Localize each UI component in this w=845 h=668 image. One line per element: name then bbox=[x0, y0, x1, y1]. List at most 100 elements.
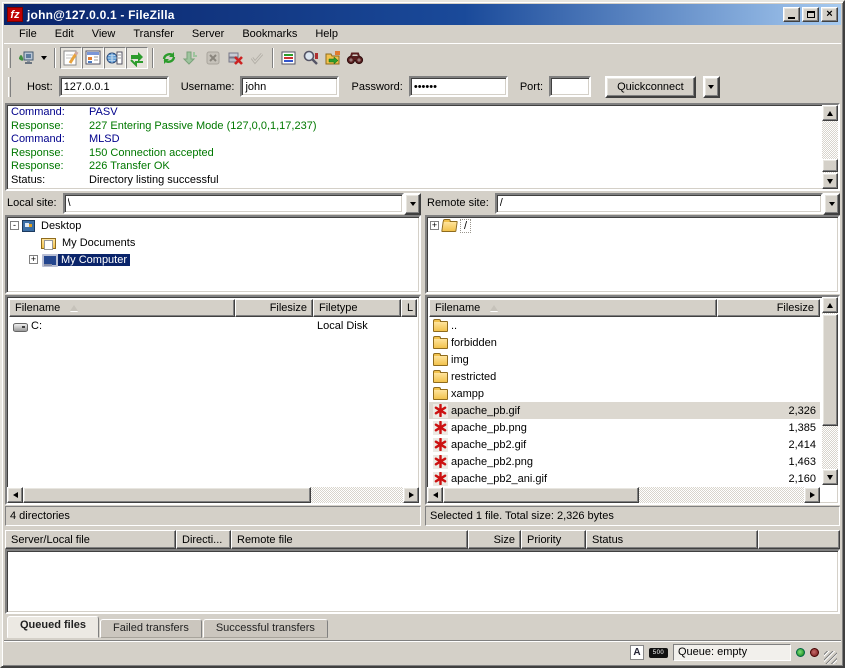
local-site-combo[interactable] bbox=[63, 193, 421, 214]
scroll-right-button[interactable] bbox=[403, 487, 419, 503]
filter-button[interactable] bbox=[278, 47, 300, 69]
cancel-operation-button[interactable] bbox=[202, 47, 224, 69]
local-file-row[interactable]: C: Local Disk bbox=[9, 317, 417, 334]
quickconnect-dropdown[interactable] bbox=[703, 76, 720, 98]
resize-grip[interactable] bbox=[824, 651, 837, 664]
scroll-left-button[interactable] bbox=[7, 487, 23, 503]
remote-site-input[interactable] bbox=[495, 193, 823, 214]
tab-failed-transfers[interactable]: Failed transfers bbox=[100, 619, 202, 638]
scroll-left-button[interactable] bbox=[427, 487, 443, 503]
tree-item-my-computer[interactable]: + My Computer bbox=[7, 251, 419, 268]
refresh-icon bbox=[160, 49, 178, 67]
menu-transfer[interactable]: Transfer bbox=[124, 26, 183, 42]
column-remote-file[interactable]: Remote file bbox=[231, 530, 468, 549]
column-filetype[interactable]: Filetype bbox=[313, 299, 401, 317]
sort-ascending-icon bbox=[490, 305, 498, 311]
desktop-icon bbox=[22, 220, 35, 232]
maximize-button[interactable] bbox=[802, 7, 819, 22]
column-server-local-file[interactable]: Server/Local file bbox=[5, 530, 176, 549]
expand-icon[interactable]: + bbox=[29, 255, 38, 264]
menu-help[interactable]: Help bbox=[306, 26, 347, 42]
quickconnect-button[interactable]: Quickconnect bbox=[605, 76, 696, 98]
site-manager-button[interactable] bbox=[15, 47, 37, 69]
process-queue-button[interactable] bbox=[180, 47, 202, 69]
menu-view[interactable]: View bbox=[83, 26, 125, 42]
menu-edit[interactable]: Edit bbox=[46, 26, 83, 42]
minimize-button[interactable] bbox=[783, 7, 800, 22]
host-input[interactable] bbox=[59, 76, 169, 97]
tree-item-desktop[interactable]: - Desktop bbox=[7, 217, 419, 234]
column-size[interactable]: Size bbox=[468, 530, 521, 549]
remote-file-row[interactable]: apache_pb2_ani.gif 2,160 bbox=[429, 470, 820, 487]
local-site-dropdown[interactable] bbox=[404, 193, 421, 215]
disconnect-button[interactable] bbox=[224, 47, 246, 69]
transfer-type-icon[interactable]: A bbox=[630, 645, 644, 660]
titlebar[interactable]: fz john@127.0.0.1 - FileZilla × bbox=[4, 4, 841, 25]
local-site-input[interactable] bbox=[63, 193, 404, 214]
column-direction[interactable]: Directi... bbox=[176, 530, 231, 549]
tree-item-root[interactable]: + / bbox=[427, 217, 838, 234]
remote-file-row[interactable]: apache_pb2.gif 2,414 bbox=[429, 436, 820, 453]
remote-file-row[interactable]: restricted bbox=[429, 368, 820, 385]
column-priority[interactable]: Priority bbox=[521, 530, 586, 549]
collapse-icon[interactable]: - bbox=[10, 221, 19, 230]
close-button[interactable]: × bbox=[821, 7, 838, 22]
tab-successful-transfers[interactable]: Successful transfers bbox=[203, 619, 328, 638]
file-search-button[interactable] bbox=[300, 47, 322, 69]
remote-file-row[interactable]: img bbox=[429, 351, 820, 368]
username-input[interactable] bbox=[240, 76, 339, 97]
synchronized-browsing-button[interactable] bbox=[344, 47, 366, 69]
toggle-queue-button[interactable] bbox=[126, 47, 148, 69]
scroll-thumb[interactable] bbox=[23, 487, 311, 503]
remote-horizontal-scrollbar[interactable] bbox=[427, 487, 820, 503]
column-filename[interactable]: Filename bbox=[429, 299, 717, 317]
column-filesize[interactable]: Filesize bbox=[235, 299, 313, 317]
image-file-icon bbox=[433, 472, 448, 486]
menu-file[interactable]: File bbox=[10, 26, 46, 42]
column-filesize[interactable]: Filesize bbox=[717, 299, 820, 317]
tree-item-my-documents[interactable]: My Documents bbox=[7, 234, 419, 251]
remote-site-dropdown[interactable] bbox=[823, 193, 840, 215]
queue-list[interactable] bbox=[5, 549, 840, 614]
scroll-right-button[interactable] bbox=[804, 487, 820, 503]
site-manager-dropdown[interactable] bbox=[37, 47, 50, 69]
directory-comparison-button[interactable] bbox=[322, 47, 344, 69]
local-horizontal-scrollbar[interactable] bbox=[7, 487, 419, 503]
arrow-up-icon bbox=[827, 111, 833, 116]
refresh-button[interactable] bbox=[158, 47, 180, 69]
tab-queued-files[interactable]: Queued files bbox=[7, 616, 99, 638]
scroll-up-button[interactable] bbox=[822, 297, 838, 313]
scroll-thumb[interactable] bbox=[822, 314, 838, 426]
remote-file-row-selected[interactable]: apache_pb.gif 2,326 bbox=[429, 402, 820, 419]
scroll-down-button[interactable] bbox=[822, 173, 838, 189]
local-site-pane: Local site: - Desktop My Documents + My … bbox=[5, 192, 421, 294]
folder-icon bbox=[433, 355, 448, 366]
scroll-down-button[interactable] bbox=[822, 469, 838, 485]
menu-bookmarks[interactable]: Bookmarks bbox=[233, 26, 306, 42]
menu-server[interactable]: Server bbox=[183, 26, 233, 42]
remote-file-row[interactable]: xampp bbox=[429, 385, 820, 402]
remote-file-row[interactable]: apache_pb.png 1,385 bbox=[429, 419, 820, 436]
log-line: Response:227 Entering Passive Mode (127,… bbox=[11, 120, 818, 134]
activity-led-green bbox=[796, 648, 805, 657]
toggle-local-tree-button[interactable] bbox=[82, 47, 104, 69]
speed-limit-icon[interactable]: 500 bbox=[649, 648, 668, 658]
remote-file-row[interactable]: forbidden bbox=[429, 334, 820, 351]
remote-site-combo[interactable] bbox=[495, 193, 840, 214]
scroll-up-button[interactable] bbox=[822, 105, 838, 121]
toggle-remote-tree-button[interactable] bbox=[104, 47, 126, 69]
column-filename[interactable]: Filename bbox=[9, 299, 235, 317]
remote-vertical-scrollbar[interactable] bbox=[822, 297, 838, 485]
remote-file-row[interactable]: apache_pb2.png 1,463 bbox=[429, 453, 820, 470]
log-scrollbar[interactable] bbox=[822, 105, 838, 189]
toggle-message-log-button[interactable] bbox=[60, 47, 82, 69]
password-input[interactable] bbox=[409, 76, 508, 97]
scroll-thumb[interactable] bbox=[443, 487, 639, 503]
port-input[interactable] bbox=[549, 76, 591, 97]
remote-file-row[interactable]: .. bbox=[429, 317, 820, 334]
reconnect-button[interactable] bbox=[246, 47, 268, 69]
expand-icon[interactable]: + bbox=[430, 221, 439, 230]
scroll-thumb[interactable] bbox=[822, 159, 838, 172]
column-last-modified[interactable]: L bbox=[401, 299, 417, 317]
column-status[interactable]: Status bbox=[586, 530, 758, 549]
